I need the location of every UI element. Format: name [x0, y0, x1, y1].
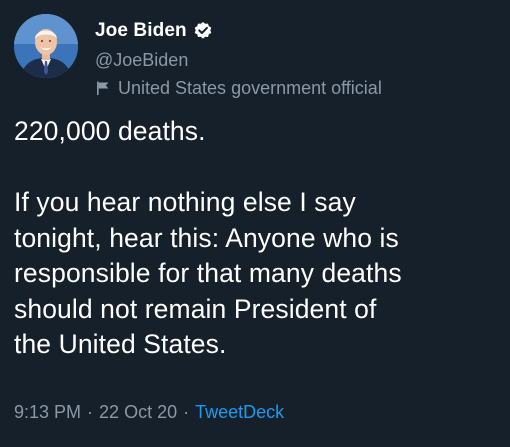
- tweet-date[interactable]: 22 Oct 20: [99, 402, 177, 423]
- verified-badge-icon: [193, 21, 213, 41]
- tweet-header: Joe Biden @JoeBiden United States govern…: [95, 18, 495, 100]
- avatar[interactable]: [14, 14, 78, 78]
- government-label: United States government official: [95, 76, 495, 100]
- user-handle[interactable]: @JoeBiden: [95, 48, 495, 72]
- tweet-card: Joe Biden @JoeBiden United States govern…: [0, 0, 510, 447]
- tweet-text-paragraph: If you hear nothing else I say tonight, …: [14, 187, 402, 359]
- name-row: Joe Biden: [95, 18, 495, 44]
- tweet-meta: 9:13 PM · 22 Oct 20 · TweetDeck: [14, 402, 284, 423]
- government-label-text: United States government official: [118, 77, 382, 98]
- display-name[interactable]: Joe Biden: [95, 20, 187, 42]
- tweet-time[interactable]: 9:13 PM: [14, 402, 81, 423]
- meta-separator: ·: [183, 402, 190, 422]
- tweet-source-link[interactable]: TweetDeck: [195, 402, 284, 423]
- meta-separator: ·: [87, 402, 94, 422]
- flag-icon: [95, 80, 111, 96]
- tweet-text: 220,000 deaths. If you hear nothing else…: [14, 114, 504, 363]
- avatar-image: [14, 14, 78, 78]
- tweet-text-line1: 220,000 deaths.: [14, 116, 206, 146]
